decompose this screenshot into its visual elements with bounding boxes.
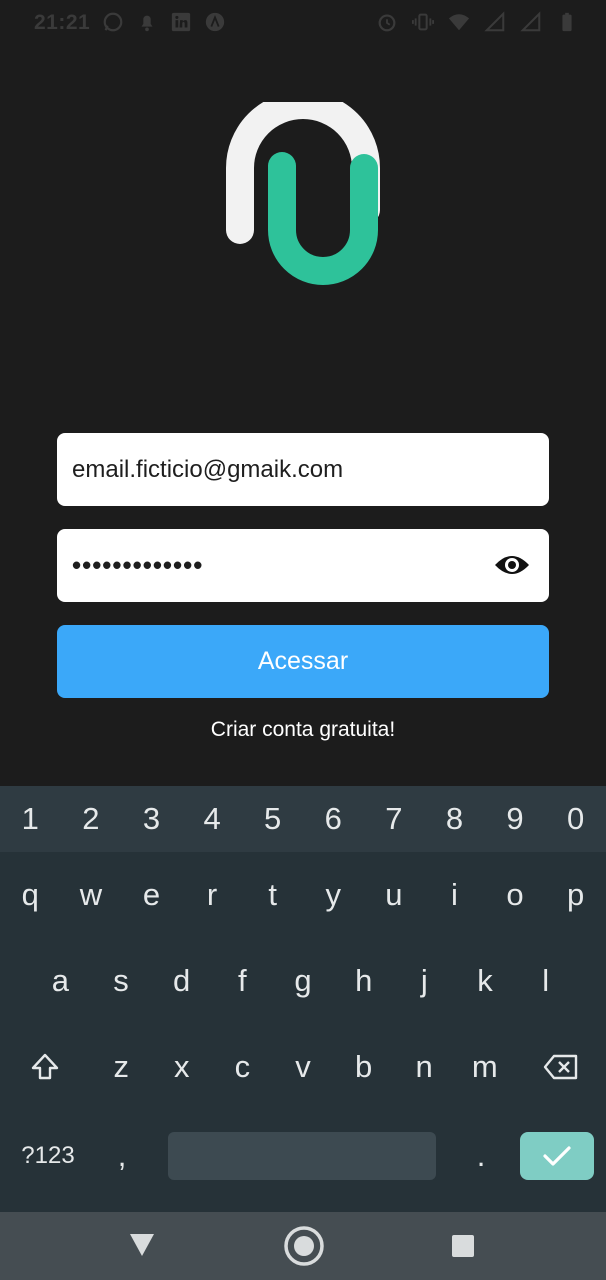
comma-key[interactable]: , <box>96 1110 148 1202</box>
keyboard-number-row: 1 2 3 4 5 6 7 8 9 0 <box>0 786 606 852</box>
key-c[interactable]: c <box>212 1024 273 1110</box>
keyboard-row-3: z x c v b n m <box>0 1024 606 1110</box>
email-value: email.ficticio@gmaik.com <box>72 456 344 483</box>
signal-icon <box>484 11 505 32</box>
navigation-bar <box>0 1212 606 1280</box>
key-i[interactable]: i <box>424 852 485 938</box>
linkedin-icon <box>171 12 191 32</box>
status-left-icons <box>102 11 226 33</box>
key-p[interactable]: p <box>545 852 606 938</box>
password-field[interactable]: ••••••••••••• <box>57 529 549 602</box>
key-a[interactable]: a <box>30 938 91 1024</box>
key-6[interactable]: 6 <box>303 786 364 852</box>
key-3[interactable]: 3 <box>121 786 182 852</box>
key-s[interactable]: s <box>91 938 152 1024</box>
key-5[interactable]: 5 <box>242 786 303 852</box>
key-q[interactable]: q <box>0 852 61 938</box>
home-icon[interactable] <box>283 1225 325 1267</box>
keyboard-row-1: q w e r t y u i o p <box>0 852 606 938</box>
status-right-icons <box>376 11 578 33</box>
login-button[interactable]: Acessar <box>57 625 549 698</box>
key-o[interactable]: o <box>485 852 546 938</box>
key-h[interactable]: h <box>333 938 394 1024</box>
shift-key[interactable] <box>0 1024 91 1110</box>
keyboard-row-2: a s d f g h j k l <box>0 938 606 1024</box>
signup-link[interactable]: Criar conta gratuita! <box>0 718 606 742</box>
key-z[interactable]: z <box>91 1024 152 1110</box>
key-2[interactable]: 2 <box>61 786 122 852</box>
status-time: 21:21 <box>34 11 91 34</box>
key-r[interactable]: r <box>182 852 243 938</box>
vibrate-icon <box>412 13 434 31</box>
eye-icon[interactable] <box>493 549 531 581</box>
enter-key[interactable] <box>520 1132 594 1180</box>
key-n[interactable]: n <box>394 1024 455 1110</box>
key-v[interactable]: v <box>273 1024 334 1110</box>
key-8[interactable]: 8 <box>424 786 485 852</box>
checkmark-icon <box>543 1146 571 1166</box>
password-value: ••••••••••••• <box>72 550 204 580</box>
wifi-icon <box>448 14 470 31</box>
key-d[interactable]: d <box>151 938 212 1024</box>
symbols-key[interactable]: ?123 <box>0 1110 96 1202</box>
key-k[interactable]: k <box>455 938 516 1024</box>
key-g[interactable]: g <box>273 938 334 1024</box>
key-f[interactable]: f <box>212 938 273 1024</box>
battery-icon <box>562 12 572 32</box>
key-4[interactable]: 4 <box>182 786 243 852</box>
backspace-icon <box>543 1054 577 1080</box>
key-t[interactable]: t <box>242 852 303 938</box>
key-0[interactable]: 0 <box>545 786 606 852</box>
back-icon[interactable] <box>128 1232 156 1258</box>
key-b[interactable]: b <box>333 1024 394 1110</box>
key-l[interactable]: l <box>515 938 576 1024</box>
key-9[interactable]: 9 <box>485 786 546 852</box>
notification-icon <box>141 15 153 32</box>
keyboard: 1 2 3 4 5 6 7 8 9 0 q w e r t y u i o p … <box>0 786 606 1212</box>
email-field[interactable]: email.ficticio@gmaik.com <box>57 433 549 506</box>
key-e[interactable]: e <box>121 852 182 938</box>
alarm-icon <box>378 14 396 32</box>
key-u[interactable]: u <box>364 852 425 938</box>
recents-icon[interactable] <box>452 1235 474 1257</box>
key-7[interactable]: 7 <box>364 786 425 852</box>
app-icon <box>205 12 225 32</box>
key-x[interactable]: x <box>152 1024 213 1110</box>
signal-icon <box>520 11 541 32</box>
shift-icon <box>32 1053 59 1080</box>
key-1[interactable]: 1 <box>0 786 61 852</box>
period-key[interactable]: . <box>452 1110 510 1202</box>
key-y[interactable]: y <box>303 852 364 938</box>
space-key[interactable] <box>168 1132 436 1180</box>
key-m[interactable]: m <box>454 1024 515 1110</box>
backspace-key[interactable] <box>515 1024 606 1110</box>
app-logo <box>226 102 380 285</box>
status-bar: 21:21 <box>0 0 606 46</box>
key-j[interactable]: j <box>394 938 455 1024</box>
whatsapp-icon <box>103 12 123 32</box>
key-w[interactable]: w <box>61 852 122 938</box>
